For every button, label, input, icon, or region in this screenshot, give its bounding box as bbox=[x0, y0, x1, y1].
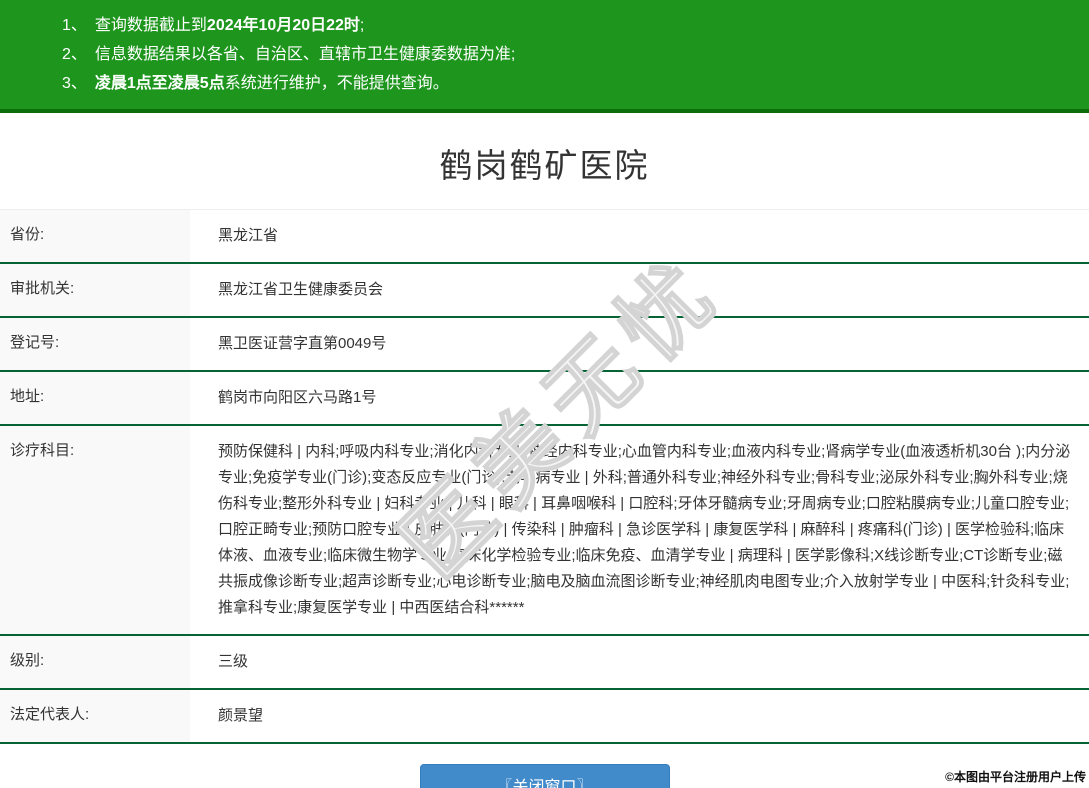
table-row-approval-authority: 审批机关: 黑龙江省卫生健康委员会 bbox=[0, 264, 1089, 318]
notice-bold-text: 凌晨1点至凌晨5点 bbox=[95, 75, 225, 92]
table-row-legal-representative: 法定代表人: 颜景望 bbox=[0, 690, 1089, 744]
query-result-page: 1、查询数据截止到2024年10月20日22时; 2、信息数据结果以各省、自治区… bbox=[0, 0, 1089, 788]
table-row-registration-number: 登记号: 黑卫医证营字直第0049号 bbox=[0, 318, 1089, 372]
notice-line-1: 1、查询数据截止到2024年10月20日22时; bbox=[62, 11, 1069, 40]
notice-banner: 1、查询数据截止到2024年10月20日22时; 2、信息数据结果以各省、自治区… bbox=[0, 0, 1089, 113]
notice-line-2: 2、信息数据结果以各省、自治区、直辖市卫生健康委数据为准; bbox=[62, 40, 1069, 69]
row-value: 黑龙江省 bbox=[190, 210, 1089, 262]
row-value: 黑卫医证营字直第0049号 bbox=[190, 318, 1089, 370]
table-row-address: 地址: 鹤岗市向阳区六马路1号 bbox=[0, 372, 1089, 426]
row-value: 颜景望 bbox=[190, 690, 1089, 742]
notice-bold-text: 2024年10月20日22时 bbox=[207, 17, 360, 34]
close-window-button[interactable]: 〖关闭窗口〗 bbox=[420, 764, 670, 788]
row-value: 鹤岗市向阳区六马路1号 bbox=[190, 372, 1089, 424]
table-row-province: 省份: 黑龙江省 bbox=[0, 210, 1089, 264]
notice-text: 查询数据截止到 bbox=[95, 17, 207, 34]
upload-attribution: ©本图由平台注册用户上传 bbox=[945, 768, 1086, 785]
row-label: 级别: bbox=[0, 636, 190, 688]
row-label: 登记号: bbox=[0, 318, 190, 370]
row-label: 诊疗科目: bbox=[0, 426, 190, 634]
table-row-level: 级别: 三级 bbox=[0, 636, 1089, 690]
row-value: 三级 bbox=[190, 636, 1089, 688]
row-label: 地址: bbox=[0, 372, 190, 424]
notice-line-3: 3、凌晨1点至凌晨5点系统进行维护，不能提供查询。 bbox=[62, 69, 1069, 98]
notice-text: 信息数据结果以各省、自治区、直辖市卫生健康委数据为准; bbox=[95, 46, 515, 63]
table-row-treatment-subjects: 诊疗科目: 预防保健科 | 内科;呼吸内科专业;消化内科专业;神经内科专业;心血… bbox=[0, 426, 1089, 636]
notice-text: ; bbox=[360, 17, 364, 34]
notice-number: 3、 bbox=[62, 75, 87, 92]
row-value: 预防保健科 | 内科;呼吸内科专业;消化内科专业;神经内科专业;心血管内科专业;… bbox=[190, 426, 1089, 634]
row-label: 法定代表人: bbox=[0, 690, 190, 742]
hospital-detail-table: 省份: 黑龙江省 审批机关: 黑龙江省卫生健康委员会 登记号: 黑卫医证营字直第… bbox=[0, 209, 1089, 744]
button-bar: 〖关闭窗口〗 bbox=[0, 764, 1089, 788]
row-label: 审批机关: bbox=[0, 264, 190, 316]
row-value: 黑龙江省卫生健康委员会 bbox=[190, 264, 1089, 316]
notice-number: 1、 bbox=[62, 17, 87, 34]
notice-number: 2、 bbox=[62, 46, 87, 63]
notice-text: 系统进行维护，不能提供查询。 bbox=[225, 75, 449, 92]
hospital-title: 鹤岗鹤矿医院 bbox=[0, 139, 1089, 187]
row-label: 省份: bbox=[0, 210, 190, 262]
